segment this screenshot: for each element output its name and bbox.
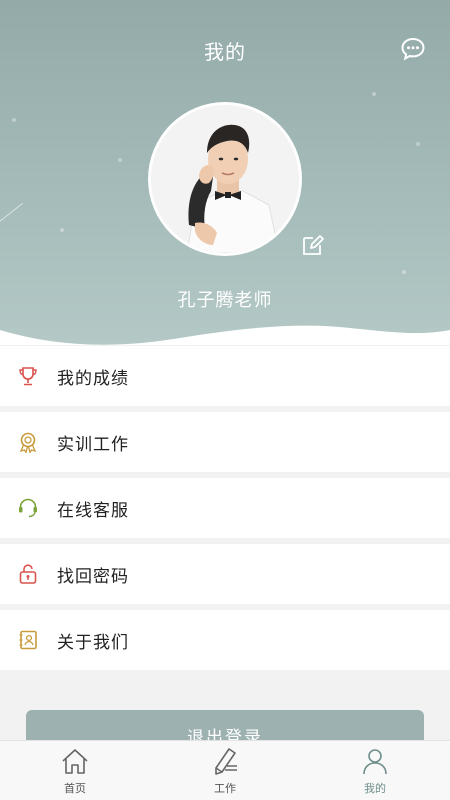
menu-list: 我的成绩 实训工作 在线客服 找回密码 关于我们 — [0, 346, 450, 676]
trophy-icon — [17, 365, 39, 387]
menu-item-label: 实训工作 — [57, 434, 129, 455]
menu-item-label: 找回密码 — [57, 566, 129, 587]
tab-work[interactable]: 工作 — [150, 741, 300, 800]
headset-icon — [17, 497, 39, 519]
header-wave — [0, 325, 450, 345]
pen-icon — [215, 748, 237, 775]
tab-label: 工作 — [214, 782, 236, 795]
menu-item-customer-service[interactable]: 在线客服 — [0, 478, 450, 538]
tab-mine[interactable]: 我的 — [300, 741, 450, 800]
page-title: 我的 — [204, 40, 246, 64]
decor-dot — [60, 228, 64, 232]
menu-item-recover-password[interactable]: 找回密码 — [0, 544, 450, 604]
decor-streak — [0, 202, 24, 223]
medal-icon — [17, 431, 39, 453]
tab-label: 我的 — [364, 782, 386, 795]
menu-item-label: 在线客服 — [57, 500, 129, 521]
menu-item-label: 我的成绩 — [57, 368, 129, 389]
user-icon — [363, 749, 387, 775]
edit-icon — [303, 235, 324, 255]
username: 孔子腾老师 — [177, 290, 273, 311]
profile-header: 我的 孔子腾老师 — [0, 0, 450, 345]
menu-item-about-us[interactable]: 关于我们 — [0, 610, 450, 670]
contact-card-icon — [17, 629, 39, 651]
edit-profile-button[interactable] — [300, 233, 325, 258]
unlock-icon — [17, 563, 39, 585]
decor-dot — [118, 158, 122, 162]
decor-dot — [372, 92, 376, 96]
message-button[interactable] — [400, 36, 426, 62]
tab-label: 首页 — [64, 782, 86, 795]
home-icon — [62, 749, 88, 774]
menu-item-scores[interactable]: 我的成绩 — [0, 346, 450, 406]
bottom-tab-bar: 首页 工作 我的 — [0, 740, 450, 800]
tab-home[interactable]: 首页 — [0, 741, 150, 800]
menu-item-training[interactable]: 实训工作 — [0, 412, 450, 472]
avatar[interactable] — [148, 102, 302, 256]
chat-bubble-icon — [401, 37, 425, 61]
avatar-photo — [151, 105, 299, 253]
decor-dot — [402, 270, 406, 274]
decor-dot — [12, 118, 16, 122]
decor-dot — [416, 142, 420, 146]
menu-item-label: 关于我们 — [57, 632, 129, 653]
